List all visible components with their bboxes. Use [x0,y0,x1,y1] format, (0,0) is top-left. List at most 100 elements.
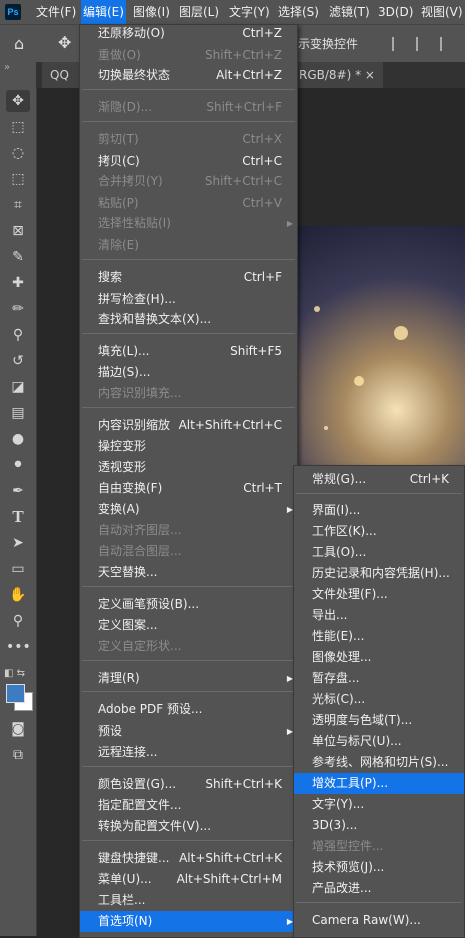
collapse-panel-icon[interactable]: » [4,62,10,73]
menu-item[interactable]: 历史记录和内容凭据(H)... [294,563,464,584]
menu-filter[interactable]: 滤镜(T) [327,0,372,24]
menu-item-label: 内容识别缩放 [98,418,171,432]
menu-item[interactable]: 填充(L)... Shift+F5 [80,341,297,362]
menu-item[interactable]: 光标(C)... [294,689,464,710]
menu-item[interactable]: 键盘快捷键... Alt+Shift+Ctrl+K [80,848,297,869]
menu-image[interactable]: 图像(I) [131,0,172,24]
brush-icon[interactable]: ✏ [6,298,30,320]
menu-3d[interactable]: 3D(D) [376,0,415,24]
menu-item[interactable]: 工具栏... [80,890,297,911]
menu-item[interactable]: 界面(I)... [294,500,464,521]
marquee-icon[interactable]: ⬚ [6,116,30,138]
crop-icon[interactable]: ⌗ [6,194,30,216]
menu-item[interactable]: 转换为配置文件(V)... [80,816,297,837]
menu-item[interactable]: 还原移动(O) Ctrl+Z [80,23,297,44]
healing-brush-icon[interactable]: ✚ [6,272,30,294]
menu-item[interactable]: 图像处理... [294,647,464,668]
menu-item[interactable]: 定义图案... [80,615,297,636]
menu-item[interactable]: 单位与标尺(U)... [294,731,464,752]
menu-item[interactable]: 操控变形 [80,436,297,457]
document-tab-1[interactable]: QQ图 [42,62,84,88]
lasso-icon[interactable]: ◌ [6,142,30,164]
pen-icon[interactable]: ✒ [6,480,30,502]
menu-item[interactable]: 清理(R) ▶ [80,668,297,689]
menu-item[interactable]: 增效工具(P)... [294,773,464,794]
menu-item[interactable]: 颜色设置(G)... Shift+Ctrl+K [80,774,297,795]
foreground-color-swatch[interactable] [6,684,25,703]
menu-item[interactable]: 自由变换(F) Ctrl+T [80,478,297,499]
show-transform-controls-label[interactable]: 示变换控件 [298,35,358,52]
menu-item[interactable]: 导出... [294,605,464,626]
quick-mask-icon[interactable]: ◙ [6,718,30,740]
gradient-icon[interactable]: ▤ [6,402,30,424]
menu-view[interactable]: 视图(V) [419,0,465,24]
document-tab-2[interactable]: RGB/8#) * × [291,62,383,88]
menu-type[interactable]: 文字(Y) [227,0,272,24]
home-icon[interactable]: ⌂ [14,33,36,55]
menu-item[interactable]: 暂存盘... [294,668,464,689]
menu-item[interactable]: 首选项(N) ▶ [80,911,297,932]
menu-item-shortcut: Ctrl+X [242,132,282,146]
align-right-icon[interactable] [440,37,456,51]
frame-icon[interactable]: ⊠ [6,220,30,242]
menu-item-label: 自由变换(F) [98,481,163,495]
menu-item-label: 文字(Y)... [312,797,365,811]
dodge-icon[interactable]: ⚫ [6,454,30,476]
default-colors-icon[interactable]: ◧ ⇆ [4,668,25,679]
menu-select[interactable]: 选择(S) [276,0,321,24]
eraser-icon[interactable]: ◪ [6,376,30,398]
history-brush-icon[interactable]: ↺ [6,350,30,372]
menu-item[interactable]: 参考线、网格和切片(S)... [294,752,464,773]
menu-separator [296,493,462,494]
menu-item[interactable]: 查找和替换文本(X)... [80,309,297,330]
hand-icon[interactable]: ✋ [6,584,30,606]
eyedropper-icon[interactable]: ✎ [6,246,30,268]
menu-item: 重做(O) Shift+Ctrl+Z [80,45,297,66]
object-select-icon[interactable]: ⬚ [6,168,30,190]
menu-item[interactable]: 变换(A) ▶ [80,499,297,520]
move-icon[interactable]: ✥ [6,90,30,112]
menu-item[interactable]: 定义画笔预设(B)... [80,594,297,615]
menu-item[interactable]: 拼写检查(H)... [80,289,297,310]
move-tool-options-icon[interactable]: ✥ [58,33,71,52]
menu-item[interactable]: 天空替换... [80,562,297,583]
menu-edit[interactable]: 编辑(E) [81,0,126,24]
menu-item[interactable]: 透视变形 [80,457,297,478]
menu-item[interactable]: 远程连接... [80,742,297,763]
more-icon[interactable]: ••• [6,636,31,658]
menu-item-label: 选择性粘贴(I) [98,216,171,230]
menu-separator [82,691,295,692]
menu-layer[interactable]: 图层(L) [177,0,221,24]
menu-item[interactable]: 性能(E)... [294,626,464,647]
zoom-icon[interactable]: ⚲ [6,610,30,632]
screen-mode-icon[interactable]: ⧉ [6,744,30,766]
rectangle-icon[interactable]: ▭ [6,558,30,580]
menu-item[interactable]: 拷贝(C) Ctrl+C [80,151,297,172]
menu-item[interactable]: 产品改进... [294,878,464,899]
blur-icon[interactable]: ● [6,428,30,450]
menu-item[interactable]: 文件处理(F)... [294,584,464,605]
align-center-icon[interactable] [416,37,432,51]
menu-item[interactable]: 预设 ▶ [80,721,297,742]
stamp-icon[interactable]: ⚲ [6,324,30,346]
menu-item[interactable]: 指定配置文件... [80,795,297,816]
menu-item[interactable]: 技术预览(J)... [294,857,464,878]
menu-item[interactable]: 切换最终状态 Alt+Ctrl+Z [80,65,297,86]
menu-item[interactable]: Adobe PDF 预设... [80,699,297,720]
menu-item[interactable]: 内容识别缩放 Alt+Shift+Ctrl+C [80,415,297,436]
menu-file[interactable]: 文件(F) [34,0,78,24]
path-select-icon[interactable]: ➤ [6,532,30,554]
type-icon[interactable]: T [6,506,30,528]
menu-item[interactable]: Camera Raw(W)... [294,910,464,931]
menu-item[interactable]: 工作区(K)... [294,521,464,542]
menu-item[interactable]: 文字(Y)... [294,794,464,815]
menu-item-shortcut: Alt+Ctrl+Z [216,68,282,82]
menu-item[interactable]: 3D(3)... [294,815,464,836]
align-left-icon[interactable] [392,37,408,51]
menu-item[interactable]: 描边(S)... [80,362,297,383]
menu-item[interactable]: 常规(G)... Ctrl+K [294,469,464,490]
menu-item[interactable]: 菜单(U)... Alt+Shift+Ctrl+M [80,869,297,890]
menu-item[interactable]: 工具(O)... [294,542,464,563]
menu-item[interactable]: 透明度与色域(T)... [294,710,464,731]
menu-item[interactable]: 搜索 Ctrl+F [80,267,297,288]
